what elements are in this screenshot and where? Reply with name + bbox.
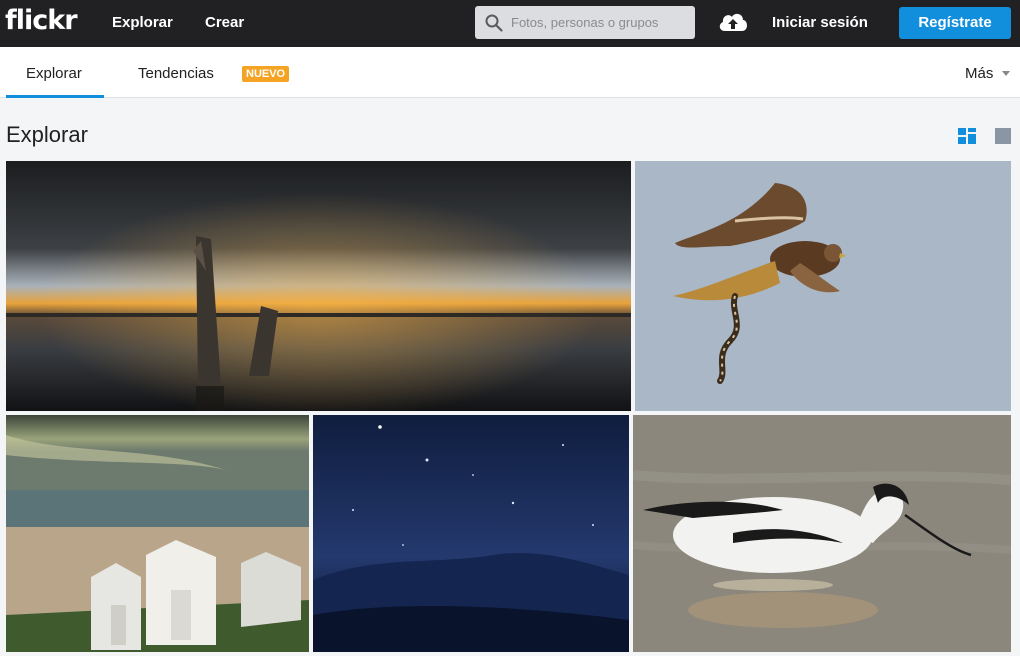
active-tab-indicator bbox=[6, 95, 104, 98]
flickr-logo[interactable]: flickr bbox=[5, 5, 78, 36]
photo-avocet-bird[interactable] bbox=[633, 415, 1011, 652]
signup-button[interactable]: Regístrate bbox=[899, 7, 1011, 39]
page-title: Explorar bbox=[6, 122, 88, 147]
photo-hawk-with-snake[interactable] bbox=[635, 161, 1011, 411]
single-view-icon[interactable] bbox=[995, 128, 1011, 144]
search-box[interactable] bbox=[475, 6, 695, 39]
tab-tendencias[interactable]: Tendencias bbox=[138, 65, 214, 82]
tab-explorar[interactable]: Explorar bbox=[26, 65, 82, 82]
caret-down-icon[interactable] bbox=[1002, 71, 1010, 76]
new-badge: NUEVO bbox=[242, 66, 290, 82]
photo-sunset-lake-posts[interactable] bbox=[6, 161, 631, 411]
photo-beach-huts[interactable] bbox=[6, 415, 309, 652]
nav-explorar[interactable]: Explorar bbox=[112, 14, 173, 31]
nav-crear[interactable]: Crear bbox=[205, 14, 244, 31]
sub-navigation: Explorar Tendencias NUEVO Más bbox=[0, 47, 1020, 98]
upload-cloud-icon[interactable] bbox=[717, 9, 749, 35]
top-bar: flickr Explorar Crear Iniciar sesión Reg… bbox=[0, 0, 1020, 47]
search-icon bbox=[485, 14, 503, 32]
photo-night-sky-stars[interactable] bbox=[313, 415, 629, 652]
justified-view-icon[interactable] bbox=[958, 128, 976, 144]
more-menu[interactable]: Más bbox=[965, 65, 993, 82]
login-link[interactable]: Iniciar sesión bbox=[772, 14, 868, 31]
search-input[interactable] bbox=[511, 6, 691, 39]
